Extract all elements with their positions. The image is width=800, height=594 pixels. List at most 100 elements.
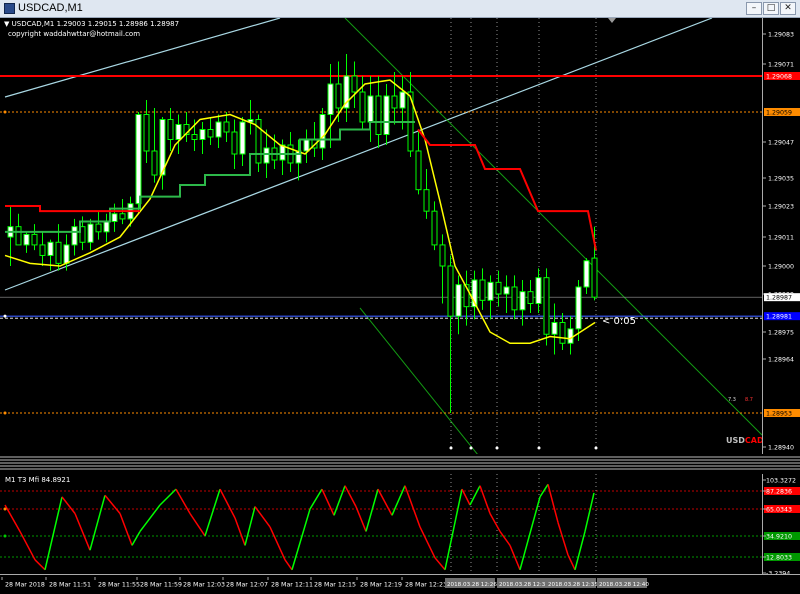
candle-body (559, 322, 566, 344)
blue-level-tag: 1.28981 (766, 314, 792, 321)
mfi-segment (547, 484, 559, 523)
highlight-time-label: 2018.03.28 12:26 (447, 582, 497, 588)
price-candle (143, 100, 150, 163)
mfi-segment (219, 488, 236, 519)
time-tick-label: 28 Mar 11:59 (140, 582, 182, 589)
main-price-panel[interactable]: ▼ USDCAD,M1 1.29003 1.29015 1.28986 1.28… (0, 17, 764, 456)
shift-arrow-icon (608, 18, 616, 23)
price-candle (95, 211, 102, 240)
price-candle (159, 117, 166, 190)
header-collapse-icon[interactable]: ▼ (4, 20, 9, 28)
candle-body (367, 95, 374, 123)
mfi-tick-label: 87.2836 (766, 489, 792, 496)
quote-currency-label: CAD (744, 436, 764, 445)
time-tick-label: 28 Mar 11:51 (49, 582, 91, 589)
price-tick-label: 1.29011 (768, 235, 794, 242)
mfi-segment (284, 559, 293, 571)
price-candle (391, 72, 398, 125)
candle-body (495, 281, 502, 295)
time-axis[interactable]: 28 Mar 2018 28 Mar 11:51 28 Mar 11:55 28 Ma… (0, 574, 800, 589)
candle-body (23, 233, 30, 246)
orange-lower-tag: 1.28953 (766, 411, 792, 418)
candle-body (223, 121, 230, 133)
mfi-segment (291, 508, 311, 570)
price-candle (503, 275, 510, 313)
price-candle (415, 129, 422, 195)
mfi-segment (377, 488, 393, 516)
base-currency-label: USD (726, 436, 745, 445)
candle-body (199, 129, 206, 140)
mfi-segment (404, 485, 421, 528)
mfi-segment (365, 488, 379, 532)
candle-body (103, 221, 110, 233)
price-candle (487, 275, 494, 320)
green-channel-upper (344, 17, 763, 436)
mfi-marker-dot (3, 534, 7, 538)
candle-body (511, 286, 518, 311)
level-marker-dot (3, 314, 7, 318)
price-candle (231, 119, 238, 169)
mfi-axis[interactable]: 103.3272 87.2836 65.0343 34.9210 12.8033 -3.2… (762, 474, 800, 578)
price-candle (247, 100, 254, 135)
level-marker-dot (3, 411, 7, 415)
candle-body (55, 241, 62, 264)
price-candle (215, 114, 222, 148)
close-button[interactable]: ✕ (780, 2, 796, 15)
price-candle (471, 270, 478, 320)
panel-separator[interactable] (0, 454, 800, 474)
candle-body (447, 265, 454, 317)
price-tick-label: 1.28964 (768, 357, 794, 364)
price-candle (31, 224, 38, 251)
candle-body (567, 328, 574, 344)
candle-body (31, 233, 38, 246)
mfi-segment (557, 522, 569, 556)
cyan-channel-lower (4, 17, 713, 291)
time-tick-label: 28 Mar 12:11 (271, 582, 313, 589)
mfi-segment (234, 517, 246, 546)
mfi-segment (254, 506, 271, 528)
price-candle (239, 117, 246, 166)
candle-body (151, 150, 158, 176)
mfi-segment (89, 495, 106, 551)
candle-body (335, 83, 342, 109)
window-titlebar[interactable]: USDCAD,M1 – □ ✕ (0, 0, 800, 18)
candle-body (439, 244, 446, 267)
price-axis[interactable]: 1.29083 1.29071 1.29047 1.29035 1.29023 1.290… (762, 18, 800, 455)
mfi-segment (44, 496, 63, 570)
price-candle (447, 255, 454, 413)
mfi-chart-canvas[interactable] (0, 474, 762, 574)
mfi-segment (584, 492, 595, 532)
maximize-button[interactable]: □ (763, 2, 779, 15)
copyright-text: copyright waddahwttar@hotmail.com (8, 30, 141, 38)
candle-body (575, 286, 582, 330)
price-candle (303, 129, 310, 163)
chart-info-line: ▼ USDCAD,M1 1.29003 1.29015 1.28986 1.28… (4, 20, 179, 28)
price-candle (543, 268, 550, 346)
candle-body (551, 322, 558, 335)
mfi-segment (309, 488, 323, 510)
price-tick-label: 1.29083 (768, 32, 794, 39)
candle-body (39, 244, 46, 256)
minimize-button[interactable]: – (746, 2, 762, 15)
candle-body (399, 91, 406, 109)
candle-body (263, 147, 270, 164)
candle-body (391, 95, 398, 109)
symbol-ohlc-text: USDCAD,M1 1.29003 1.29015 1.28986 1.2898… (11, 20, 180, 28)
price-candle (39, 231, 46, 266)
candle-body (519, 291, 526, 311)
candle-body (15, 226, 22, 246)
candle-body (543, 277, 550, 335)
time-tick-label: 28 Mar 12:07 (226, 582, 268, 589)
price-chart-canvas[interactable] (0, 17, 763, 456)
mfi-segment (34, 559, 46, 571)
mfi-segment (131, 531, 141, 546)
time-axis-canvas: 28 Mar 2018 28 Mar 11:51 28 Mar 11:55 28 Ma… (1, 577, 649, 589)
candle-body (455, 284, 462, 317)
mfi-tick-label: 103.3272 (766, 478, 796, 485)
mfi-segment (434, 557, 446, 571)
time-tick-label: 28 Mar 12:15 (314, 582, 356, 589)
price-candle (103, 213, 110, 243)
mfi-segment (204, 488, 221, 537)
candle-body (215, 121, 222, 138)
mfi-indicator-panel[interactable]: M1 T3 Mfi 84.8921 (0, 474, 762, 574)
